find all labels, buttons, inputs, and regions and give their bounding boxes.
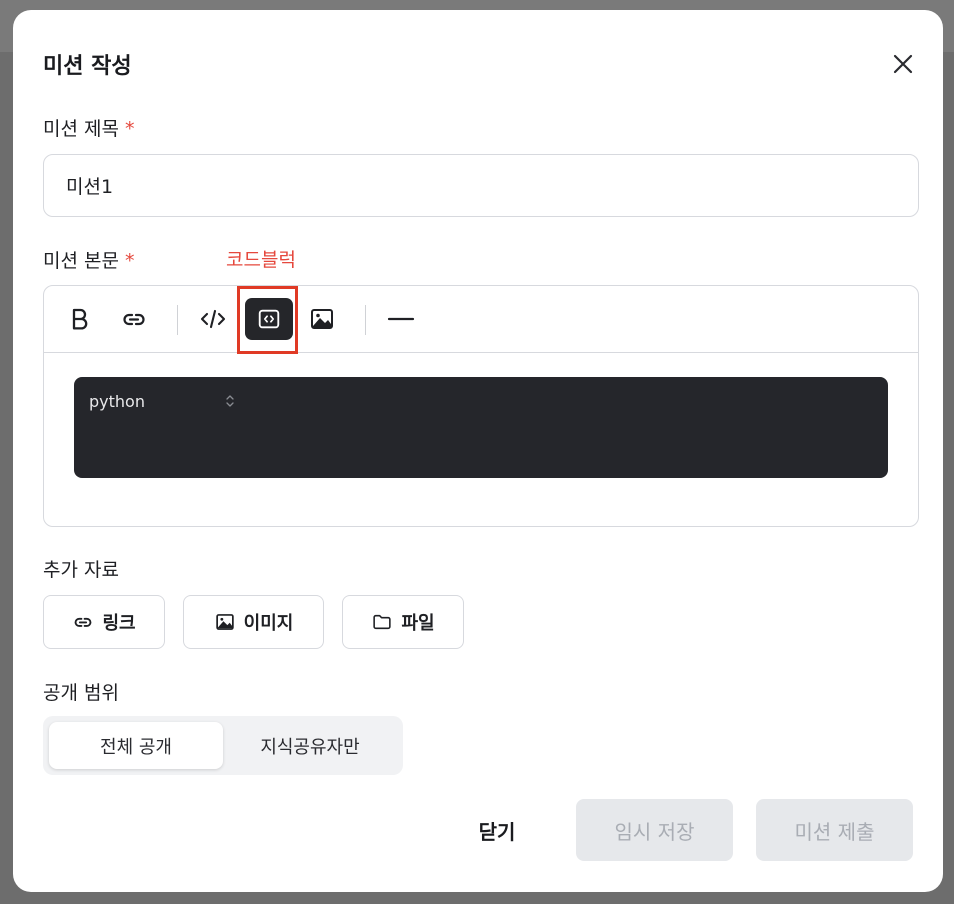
link-icon <box>123 313 145 326</box>
code-block-annotation: 코드블럭 <box>226 249 296 271</box>
dismiss-button[interactable]: 닫기 <box>453 799 541 861</box>
inline-code-button[interactable] <box>190 297 236 341</box>
chevron-up-down-icon <box>226 395 234 407</box>
title-label: 미션 제목 * <box>43 114 135 141</box>
attach-link-button[interactable]: 링크 <box>43 595 165 649</box>
folder-icon <box>373 614 392 630</box>
modal-title: 미션 작성 <box>43 54 132 79</box>
visibility-option-instructors[interactable]: 지식공유자만 <box>223 722 397 769</box>
body-editor: python <box>43 285 919 527</box>
attachments-label: 추가 자료 <box>43 559 119 581</box>
close-icon <box>893 54 913 74</box>
visibility-option-all[interactable]: 전체 공개 <box>49 722 223 769</box>
required-mark: * <box>125 250 135 272</box>
attach-file-label: 파일 <box>401 613 435 634</box>
body-label: 미션 본문 * <box>43 246 135 273</box>
visibility-segmented-control: 전체 공개 지식공유자만 <box>43 716 403 775</box>
attach-link-label: 링크 <box>102 613 136 634</box>
code-block-icon <box>258 309 280 329</box>
attach-image-label: 이미지 <box>243 613 294 634</box>
close-button[interactable] <box>889 50 917 78</box>
language-select[interactable]: python <box>89 389 239 413</box>
code-block[interactable]: python <box>74 377 888 478</box>
body-label-text: 미션 본문 <box>43 250 119 272</box>
link-button[interactable] <box>111 297 157 341</box>
editor-toolbar <box>44 286 918 354</box>
save-draft-button[interactable]: 임시 저장 <box>576 799 733 861</box>
title-label-text: 미션 제목 <box>43 118 119 140</box>
attach-file-button[interactable]: 파일 <box>342 595 464 649</box>
title-input[interactable] <box>43 154 919 217</box>
attach-image-button[interactable]: 이미지 <box>183 595 324 649</box>
code-block-button[interactable] <box>245 298 293 340</box>
image-button[interactable] <box>299 297 345 341</box>
horizontal-rule-icon <box>387 317 415 321</box>
language-value: python <box>89 391 145 411</box>
mission-modal: 미션 작성 미션 제목 * 미션 본문 * 코드블럭 <box>13 10 943 892</box>
submit-mission-button[interactable]: 미션 제출 <box>756 799 913 861</box>
image-icon <box>215 614 234 630</box>
image-icon <box>311 309 333 329</box>
bold-icon <box>72 308 88 330</box>
horizontal-rule-button[interactable] <box>378 297 424 341</box>
visibility-label: 공개 범위 <box>43 682 119 704</box>
toolbar-divider <box>365 305 366 335</box>
toolbar-divider <box>177 305 178 335</box>
bold-button[interactable] <box>56 297 102 341</box>
link-icon <box>75 617 92 627</box>
inline-code-icon <box>200 309 226 329</box>
required-mark: * <box>125 118 135 140</box>
